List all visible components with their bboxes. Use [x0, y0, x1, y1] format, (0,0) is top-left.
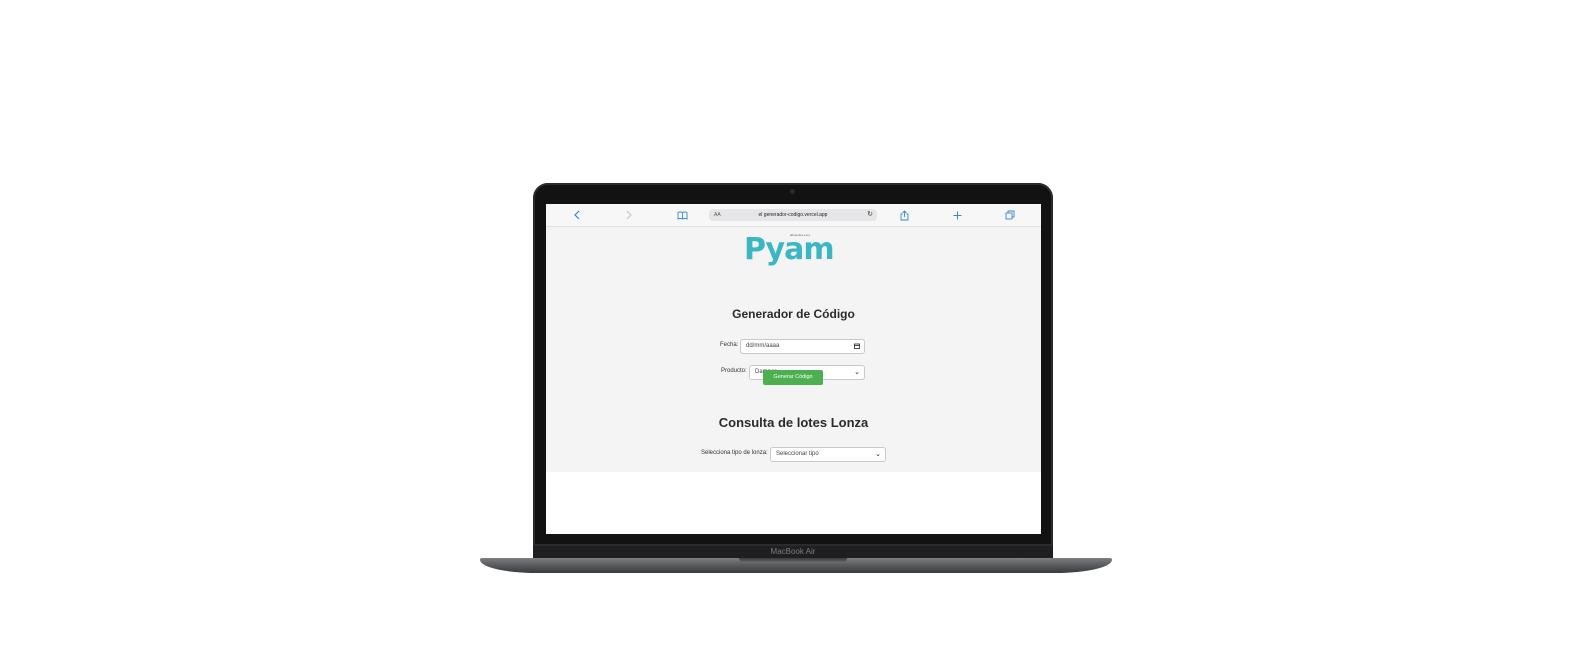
share-icon[interactable]: [897, 208, 911, 222]
laptop-notch: [739, 558, 847, 563]
url-text: el generador-codigo.vercel.app: [758, 212, 828, 218]
address-bar[interactable]: AA el generador-codigo.vercel.app ↻: [709, 209, 877, 221]
web-page: Pyam alimentos s.a.s Generador de Código…: [546, 227, 1041, 472]
reload-icon[interactable]: ↻: [867, 209, 873, 221]
laptop-chin: MacBook Air: [533, 546, 1053, 558]
lonza-type-selected-value: Seleccionar tipo: [776, 451, 819, 457]
laptop-screen: AA el generador-codigo.vercel.app ↻ Pyam: [546, 204, 1041, 534]
laptop-base: [480, 558, 1112, 573]
lonza-type-label: Selecciona tipo de lonza:: [701, 450, 768, 456]
new-tab-icon[interactable]: [950, 208, 964, 222]
logo-tagline: alimentos s.a.s: [790, 233, 811, 237]
product-label: Producto:: [721, 368, 747, 374]
logo-wordmark: Pyam: [744, 232, 835, 267]
date-label: Fecha:: [720, 342, 739, 348]
browser-toolbar: AA el generador-codigo.vercel.app ↻: [546, 204, 1041, 227]
back-icon[interactable]: [570, 208, 584, 222]
forward-icon[interactable]: [622, 208, 636, 222]
calendar-icon[interactable]: [854, 340, 860, 353]
tabs-icon[interactable]: [1003, 208, 1017, 222]
generator-title: Generador de Código: [732, 307, 855, 321]
date-input[interactable]: dd/mm/aaaa: [740, 339, 865, 354]
laptop-lid: AA el generador-codigo.vercel.app ↻ Pyam: [533, 183, 1053, 546]
camera-icon: [790, 189, 795, 194]
chevron-down-icon: ⌄: [854, 369, 860, 376]
mockup-stage: AA el generador-codigo.vercel.app ↻ Pyam: [0, 0, 1573, 650]
lonza-type-select[interactable]: Seleccionar tipo ⌄: [770, 447, 886, 462]
lots-title: Consulta de lotes Lonza: [718, 415, 869, 430]
date-placeholder: dd/mm/aaaa: [746, 343, 780, 349]
bookmarks-icon[interactable]: [675, 208, 689, 222]
pyam-logo: Pyam alimentos s.a.s: [744, 232, 835, 267]
generate-code-button[interactable]: Generar Código: [763, 370, 823, 385]
text-size-button[interactable]: AA: [714, 209, 721, 221]
device-model-label: MacBook Air: [770, 547, 816, 556]
chevron-down-icon: ⌄: [875, 451, 881, 458]
